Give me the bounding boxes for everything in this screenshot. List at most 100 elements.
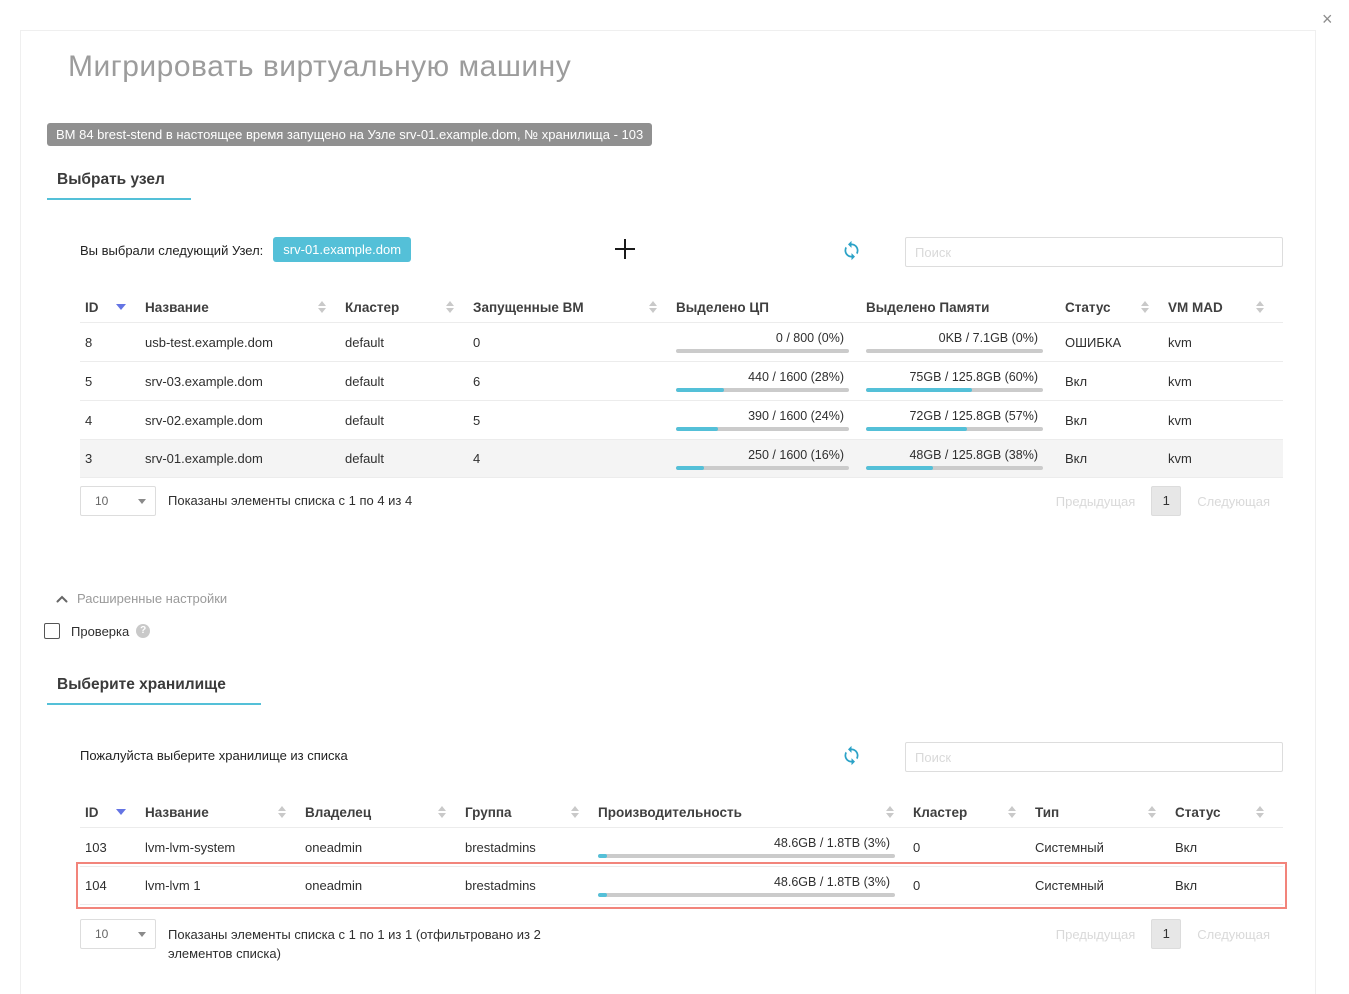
- host-table: ID Название Кластер Запущенные ВМ Выделе…: [80, 292, 1283, 478]
- next-page-button[interactable]: Следующая: [1197, 927, 1270, 942]
- col-header-label: Тип: [1035, 805, 1059, 820]
- sort-icon: [649, 301, 657, 313]
- host-table-footer: 10 Показаны элементы списка с 1 по 4 из …: [80, 486, 1283, 516]
- col-header-vm-mad[interactable]: VM MAD: [1163, 292, 1278, 322]
- verify-checkbox-row: Проверка ?: [44, 623, 150, 639]
- col-header-group[interactable]: Группа: [460, 797, 593, 827]
- cpu-progress-label: 440 / 1600 (28%): [676, 370, 861, 384]
- cpu-progress-fill: [676, 427, 718, 431]
- memory-progress-track: [866, 427, 1043, 431]
- col-header-label: Название: [145, 300, 209, 315]
- memory-progress-track: [866, 349, 1043, 353]
- datastore-table-row[interactable]: 103lvm-lvm-systemoneadminbrestadmins48.6…: [80, 827, 1283, 866]
- cpu-progress-label: 0 / 800 (0%): [676, 331, 861, 345]
- memory-progress-label: 0KB / 7.1GB (0%): [866, 331, 1060, 345]
- refresh-icon[interactable]: [841, 240, 862, 261]
- cpu-progress-track: [676, 349, 849, 353]
- host-pagination: Предыдущая 1 Следующая: [1056, 486, 1283, 516]
- cell-id: 8: [80, 335, 140, 350]
- cell-vm-mad: kvm: [1163, 335, 1278, 350]
- prev-page-button[interactable]: Предыдущая: [1056, 927, 1136, 942]
- memory-progress-label: 75GB / 125.8GB (60%): [866, 370, 1060, 384]
- tab-select-host[interactable]: Выбрать узел: [57, 171, 165, 189]
- col-header-label: Кластер: [913, 805, 967, 820]
- cell-cluster: 0: [908, 840, 1030, 855]
- capacity-progress-label: 48.6GB / 1.8TB (3%): [598, 875, 908, 889]
- cell-id: 104: [80, 878, 140, 893]
- col-header-label: ID: [85, 300, 99, 315]
- col-header-name[interactable]: Название: [140, 292, 340, 322]
- vm-info-badge: ВМ 84 brest-stend в настоящее время запу…: [47, 123, 652, 146]
- col-header-status[interactable]: Статус: [1170, 797, 1278, 827]
- page-size-value: 10: [95, 927, 108, 941]
- cell-cluster: default: [340, 451, 468, 466]
- col-header-name[interactable]: Название: [140, 797, 300, 827]
- col-header-cluster[interactable]: Кластер: [908, 797, 1030, 827]
- col-header-label: Владелец: [305, 805, 371, 820]
- cell-running-vms: 6: [468, 374, 671, 389]
- col-header-status[interactable]: Статус: [1060, 292, 1163, 322]
- host-table-row[interactable]: 4srv-02.example.domdefault5390 / 1600 (2…: [80, 400, 1283, 439]
- cell-status: Вкл: [1170, 878, 1278, 893]
- memory-progress-fill: [866, 388, 972, 392]
- verify-checkbox[interactable]: [44, 623, 60, 639]
- capacity-progress-fill: [598, 893, 607, 897]
- datastore-table-row[interactable]: 104lvm-lvm 1oneadminbrestadmins48.6GB / …: [80, 866, 1283, 905]
- col-header-cluster[interactable]: Кластер: [340, 292, 468, 322]
- datastore-pagination: Предыдущая 1 Следующая: [1056, 919, 1283, 949]
- cpu-progress-label: 250 / 1600 (16%): [676, 448, 861, 462]
- memory-progress: 72GB / 125.8GB (57%): [861, 401, 1060, 439]
- close-icon[interactable]: ×: [1322, 10, 1333, 28]
- col-header-running-vms[interactable]: Запущенные ВМ: [468, 292, 671, 322]
- datastore-search-input[interactable]: [905, 742, 1283, 772]
- cell-cluster: default: [340, 374, 468, 389]
- datastore-table-body: 103lvm-lvm-systemoneadminbrestadmins48.6…: [80, 827, 1283, 905]
- cpu-progress: 0 / 800 (0%): [671, 323, 861, 361]
- sort-icon: [1256, 806, 1264, 818]
- datastore-table-header: ID Название Владелец Группа Производител…: [80, 797, 1283, 827]
- host-search-input[interactable]: [905, 237, 1283, 267]
- prev-page-button[interactable]: Предыдущая: [1056, 494, 1136, 509]
- cell-id: 4: [80, 413, 140, 428]
- host-page-size-select[interactable]: 10: [80, 486, 156, 516]
- col-header-label: Производительность: [598, 805, 742, 820]
- cell-running-vms: 0: [468, 335, 671, 350]
- cpu-progress: 250 / 1600 (16%): [671, 440, 861, 477]
- capacity-progress-label: 48.6GB / 1.8TB (3%): [598, 836, 908, 850]
- sort-icon: [438, 806, 446, 818]
- cell-running-vms: 4: [468, 451, 671, 466]
- col-header-label: Статус: [1065, 300, 1111, 315]
- capacity-progress: 48.6GB / 1.8TB (3%): [593, 867, 908, 904]
- host-table-info: Показаны элементы списка с 1 по 4 из 4: [168, 486, 412, 516]
- caret-down-icon: [138, 499, 146, 504]
- datastore-table: ID Название Владелец Группа Производител…: [80, 797, 1283, 905]
- current-page-button[interactable]: 1: [1151, 919, 1181, 949]
- sort-desc-icon: [116, 304, 126, 310]
- datastore-page-size-select[interactable]: 10: [80, 919, 156, 949]
- col-header-capacity[interactable]: Производительность: [593, 797, 908, 827]
- tab-select-datastore[interactable]: Выберите хранилище: [57, 676, 226, 694]
- memory-progress-label: 72GB / 125.8GB (57%): [866, 409, 1060, 423]
- capacity-progress-track: [598, 854, 895, 858]
- help-icon[interactable]: ?: [136, 624, 150, 638]
- col-header-id[interactable]: ID: [80, 292, 140, 322]
- cell-name: srv-01.example.dom: [140, 451, 340, 466]
- col-header-owner[interactable]: Владелец: [300, 797, 460, 827]
- col-header-type[interactable]: Тип: [1030, 797, 1170, 827]
- sort-icon: [1148, 806, 1156, 818]
- memory-progress-fill: [866, 466, 933, 470]
- col-header-id[interactable]: ID: [80, 797, 140, 827]
- host-table-row[interactable]: 8usb-test.example.domdefault00 / 800 (0%…: [80, 322, 1283, 361]
- col-header-label: Выделено Памяти: [866, 300, 989, 315]
- col-header-allocated-cpu: Выделено ЦП: [671, 292, 861, 322]
- cell-status: Вкл: [1060, 451, 1163, 466]
- refresh-icon[interactable]: [841, 745, 862, 766]
- current-page-button[interactable]: 1: [1151, 486, 1181, 516]
- verify-checkbox-label: Проверка: [71, 624, 129, 639]
- host-table-row[interactable]: 5srv-03.example.domdefault6440 / 1600 (2…: [80, 361, 1283, 400]
- host-table-row[interactable]: 3srv-01.example.domdefault4250 / 1600 (1…: [80, 439, 1283, 478]
- cpu-progress-fill: [676, 466, 704, 470]
- advanced-settings-label: Расширенные настройки: [77, 591, 227, 606]
- next-page-button[interactable]: Следующая: [1197, 494, 1270, 509]
- advanced-settings-toggle[interactable]: Расширенные настройки: [56, 591, 227, 606]
